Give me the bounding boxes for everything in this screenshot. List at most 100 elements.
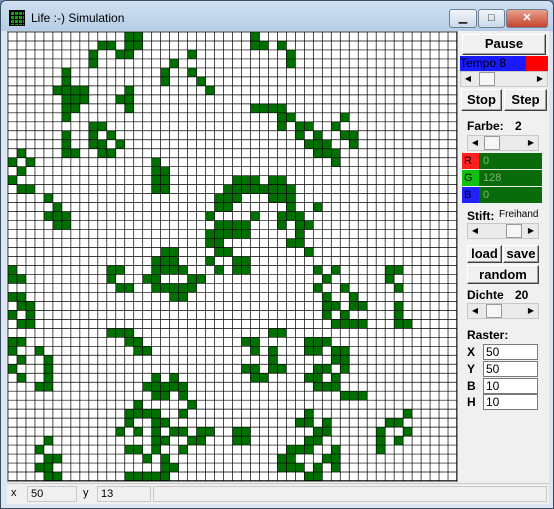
live-cell[interactable] bbox=[151, 166, 161, 176]
live-cell[interactable] bbox=[304, 445, 314, 455]
live-cell[interactable] bbox=[304, 409, 314, 419]
live-cell[interactable] bbox=[133, 346, 143, 356]
live-cell[interactable] bbox=[232, 436, 242, 446]
live-cell[interactable] bbox=[106, 148, 116, 158]
live-cell[interactable] bbox=[205, 256, 215, 266]
live-cell[interactable] bbox=[322, 418, 332, 428]
live-cell[interactable] bbox=[313, 463, 323, 473]
live-cell[interactable] bbox=[160, 175, 170, 185]
live-cell[interactable] bbox=[16, 292, 26, 302]
live-cell[interactable] bbox=[43, 364, 53, 374]
live-cell[interactable] bbox=[214, 265, 224, 275]
live-cell[interactable] bbox=[214, 229, 224, 239]
maximize-button[interactable]: □ bbox=[478, 9, 505, 28]
live-cell[interactable] bbox=[331, 121, 341, 131]
slider-left-arrow-icon[interactable]: ◀ bbox=[468, 304, 482, 318]
live-cell[interactable] bbox=[259, 373, 269, 383]
live-cell[interactable] bbox=[151, 472, 161, 481]
live-cell[interactable] bbox=[376, 445, 386, 455]
live-cell[interactable] bbox=[133, 409, 143, 419]
live-cell[interactable] bbox=[88, 139, 98, 149]
stop-button[interactable]: Stop bbox=[461, 89, 502, 111]
live-cell[interactable] bbox=[331, 265, 341, 275]
random-button[interactable]: random bbox=[467, 265, 539, 284]
live-cell[interactable] bbox=[151, 274, 161, 284]
live-cell[interactable] bbox=[286, 112, 296, 122]
live-cell[interactable] bbox=[286, 463, 296, 473]
live-cell[interactable] bbox=[295, 121, 305, 131]
live-cell[interactable] bbox=[151, 391, 161, 401]
live-cell[interactable] bbox=[43, 436, 53, 446]
live-cell[interactable] bbox=[61, 112, 71, 122]
slider-thumb[interactable] bbox=[506, 224, 522, 238]
live-cell[interactable] bbox=[178, 445, 188, 455]
live-cell[interactable] bbox=[160, 463, 170, 473]
live-cell[interactable] bbox=[277, 193, 287, 203]
live-cell[interactable] bbox=[61, 94, 71, 104]
live-cell[interactable] bbox=[304, 418, 314, 428]
live-cell[interactable] bbox=[241, 265, 251, 275]
live-cell[interactable] bbox=[34, 382, 44, 392]
live-cell[interactable] bbox=[250, 184, 260, 194]
live-cell[interactable] bbox=[331, 463, 341, 473]
tempo-slider[interactable]: ◀ ▶ bbox=[460, 71, 548, 87]
live-cell[interactable] bbox=[340, 283, 350, 293]
red-channel[interactable]: R 0 bbox=[462, 153, 542, 169]
live-cell[interactable] bbox=[52, 220, 62, 230]
live-cell[interactable] bbox=[61, 76, 71, 86]
live-cell[interactable] bbox=[61, 211, 71, 221]
live-cell[interactable] bbox=[313, 346, 323, 356]
live-cell[interactable] bbox=[259, 103, 269, 113]
live-cell[interactable] bbox=[313, 382, 323, 392]
live-cell[interactable] bbox=[295, 238, 305, 248]
live-cell[interactable] bbox=[70, 85, 80, 95]
live-cell[interactable] bbox=[178, 409, 188, 419]
live-cell[interactable] bbox=[277, 40, 287, 50]
live-cell[interactable] bbox=[196, 76, 206, 86]
grid-canvas[interactable] bbox=[8, 32, 457, 481]
live-cell[interactable] bbox=[241, 337, 251, 347]
live-cell[interactable] bbox=[61, 85, 71, 95]
raster-y-field[interactable]: 50 bbox=[483, 361, 538, 377]
live-cell[interactable] bbox=[16, 184, 26, 194]
minimize-button[interactable]: ▁ bbox=[449, 9, 477, 28]
live-cell[interactable] bbox=[124, 472, 134, 481]
save-button[interactable]: save bbox=[503, 245, 539, 263]
live-cell[interactable] bbox=[124, 445, 134, 455]
live-cell[interactable] bbox=[340, 112, 350, 122]
live-cell[interactable] bbox=[241, 229, 251, 239]
live-cell[interactable] bbox=[340, 346, 350, 356]
live-cell[interactable] bbox=[232, 193, 242, 203]
live-cell[interactable] bbox=[8, 310, 17, 320]
live-cell[interactable] bbox=[187, 49, 197, 59]
stift-slider[interactable]: ◀ ▶ bbox=[467, 223, 539, 239]
live-cell[interactable] bbox=[331, 346, 341, 356]
live-cell[interactable] bbox=[349, 319, 359, 329]
live-cell[interactable] bbox=[277, 211, 287, 221]
live-cell[interactable] bbox=[178, 265, 188, 275]
live-cell[interactable] bbox=[115, 283, 125, 293]
live-cell[interactable] bbox=[376, 436, 386, 446]
live-cell[interactable] bbox=[205, 211, 215, 221]
live-cell[interactable] bbox=[43, 211, 53, 221]
live-cell[interactable] bbox=[151, 283, 161, 293]
live-cell[interactable] bbox=[142, 382, 152, 392]
live-cell[interactable] bbox=[43, 463, 53, 473]
live-cell[interactable] bbox=[133, 472, 143, 481]
raster-b-field[interactable]: 10 bbox=[483, 378, 538, 394]
live-cell[interactable] bbox=[106, 265, 116, 275]
live-cell[interactable] bbox=[394, 319, 404, 329]
live-cell[interactable] bbox=[331, 301, 341, 311]
live-cell[interactable] bbox=[205, 85, 215, 95]
live-cell[interactable] bbox=[349, 130, 359, 140]
live-cell[interactable] bbox=[97, 148, 107, 158]
live-cell[interactable] bbox=[286, 211, 296, 221]
live-cell[interactable] bbox=[142, 472, 152, 481]
live-cell[interactable] bbox=[34, 346, 44, 356]
live-cell[interactable] bbox=[43, 373, 53, 383]
live-cell[interactable] bbox=[169, 382, 179, 392]
live-cell[interactable] bbox=[223, 229, 233, 239]
live-cell[interactable] bbox=[151, 409, 161, 419]
live-cell[interactable] bbox=[61, 130, 71, 140]
live-cell[interactable] bbox=[232, 256, 242, 266]
